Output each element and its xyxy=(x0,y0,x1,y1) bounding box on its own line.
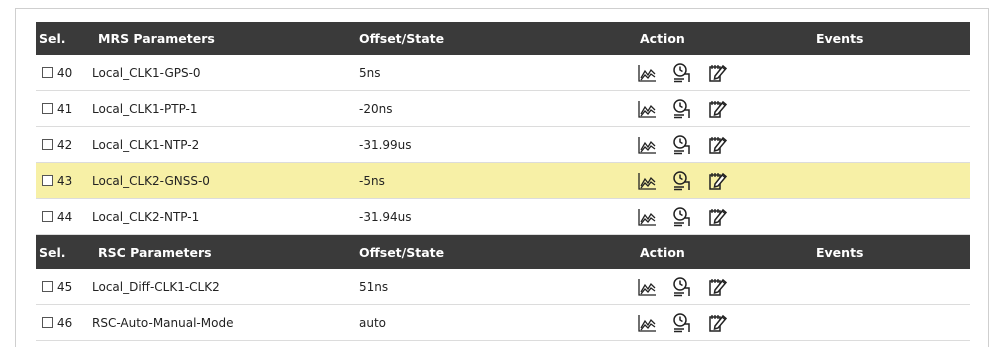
alarm-clock-icon[interactable] xyxy=(671,312,693,334)
parameter-name: Local_CLK1-PTP-1 xyxy=(92,101,198,116)
row-index: 44 xyxy=(57,209,73,224)
header-offset-state: Offset/State xyxy=(359,31,445,46)
alarm-clock-icon[interactable] xyxy=(671,98,693,120)
alarm-clock-icon[interactable] xyxy=(671,134,693,156)
edit-notes-icon[interactable] xyxy=(706,170,728,192)
header-sel: Sel. xyxy=(39,244,66,260)
row-index: 42 xyxy=(57,137,73,152)
select-cell: 46 xyxy=(36,316,86,330)
select-cell: 41 xyxy=(36,102,86,116)
row-index: 43 xyxy=(57,173,73,188)
action-cell xyxy=(636,98,816,120)
header-sel: Sel. xyxy=(39,31,66,46)
offset-value: -20ns xyxy=(359,101,393,116)
row-index: 41 xyxy=(57,101,73,116)
select-cell: 42 xyxy=(36,138,86,152)
row-checkbox[interactable] xyxy=(42,317,53,328)
chart-icon[interactable] xyxy=(636,170,658,192)
action-cell xyxy=(636,170,816,192)
action-cell xyxy=(636,276,816,298)
row-checkbox[interactable] xyxy=(42,211,53,222)
offset-value: auto xyxy=(359,315,387,330)
offset-value: -31.94us xyxy=(359,209,412,224)
table-row: 46 RSC-Auto-Manual-Mode auto xyxy=(36,305,970,341)
header-mrs-parameters: MRS Parameters xyxy=(98,31,215,46)
row-index: 45 xyxy=(57,279,73,294)
header-action: Action xyxy=(640,244,685,260)
table-row: 44 Local_CLK2-NTP-1 -31.94us xyxy=(36,199,970,235)
table-row: 43 Local_CLK2-GNSS-0 -5ns xyxy=(36,163,970,199)
row-checkbox[interactable] xyxy=(42,67,53,78)
alarm-clock-icon[interactable] xyxy=(671,206,693,228)
parameter-name: Local_CLK1-NTP-2 xyxy=(92,137,200,152)
action-cell xyxy=(636,134,816,156)
action-cell xyxy=(636,206,816,228)
edit-notes-icon[interactable] xyxy=(706,98,728,120)
parameter-name: Local_CLK2-GNSS-0 xyxy=(92,173,210,188)
select-cell: 43 xyxy=(36,174,86,188)
row-checkbox[interactable] xyxy=(42,139,53,150)
edit-notes-icon[interactable] xyxy=(706,206,728,228)
chart-icon[interactable] xyxy=(636,98,658,120)
offset-value: 5ns xyxy=(359,65,381,80)
edit-notes-icon[interactable] xyxy=(706,312,728,334)
action-cell xyxy=(636,62,816,84)
alarm-clock-icon[interactable] xyxy=(671,170,693,192)
parameter-name: Local_Diff-CLK1-CLK2 xyxy=(92,279,220,294)
header-events: Events xyxy=(816,244,864,260)
parameter-name: Local_CLK1-GPS-0 xyxy=(92,65,201,80)
chart-icon[interactable] xyxy=(636,206,658,228)
row-checkbox[interactable] xyxy=(42,103,53,114)
edit-notes-icon[interactable] xyxy=(706,62,728,84)
offset-value: -31.99us xyxy=(359,137,412,152)
rsc-rows: 45 Local_Diff-CLK1-CLK2 51ns 46 RSC-Auto… xyxy=(36,269,970,341)
edit-notes-icon[interactable] xyxy=(706,134,728,156)
offset-value: -5ns xyxy=(359,173,385,188)
mrs-rows: 40 Local_CLK1-GPS-0 5ns 41 Local_CLK1-PT… xyxy=(36,55,970,235)
rsc-header-row: Sel. RSC Parameters Offset/State Action … xyxy=(36,235,970,269)
select-cell: 45 xyxy=(36,280,86,294)
parameter-name: Local_CLK2-NTP-1 xyxy=(92,209,200,224)
table-row: 40 Local_CLK1-GPS-0 5ns xyxy=(36,55,970,91)
alarm-clock-icon[interactable] xyxy=(671,276,693,298)
row-index: 46 xyxy=(57,315,73,330)
edit-notes-icon[interactable] xyxy=(706,276,728,298)
select-cell: 44 xyxy=(36,210,86,224)
row-checkbox[interactable] xyxy=(42,175,53,186)
parameters-table: Sel. MRS Parameters Offset/State Action … xyxy=(36,22,970,341)
row-checkbox[interactable] xyxy=(42,281,53,292)
header-offset-state: Offset/State xyxy=(359,244,445,260)
alarm-clock-icon[interactable] xyxy=(671,62,693,84)
chart-icon[interactable] xyxy=(636,62,658,84)
select-cell: 40 xyxy=(36,66,86,80)
parameter-name: RSC-Auto-Manual-Mode xyxy=(92,315,234,330)
table-row: 45 Local_Diff-CLK1-CLK2 51ns xyxy=(36,269,970,305)
chart-icon[interactable] xyxy=(636,312,658,334)
chart-icon[interactable] xyxy=(636,134,658,156)
header-events: Events xyxy=(816,31,864,46)
table-row: 42 Local_CLK1-NTP-2 -31.99us xyxy=(36,127,970,163)
mrs-header-row: Sel. MRS Parameters Offset/State Action … xyxy=(36,22,970,55)
action-cell xyxy=(636,312,816,334)
offset-value: 51ns xyxy=(359,279,389,294)
header-action: Action xyxy=(640,31,685,46)
chart-icon[interactable] xyxy=(636,276,658,298)
row-index: 40 xyxy=(57,65,73,80)
table-row: 41 Local_CLK1-PTP-1 -20ns xyxy=(36,91,970,127)
header-rsc-parameters: RSC Parameters xyxy=(98,244,212,260)
